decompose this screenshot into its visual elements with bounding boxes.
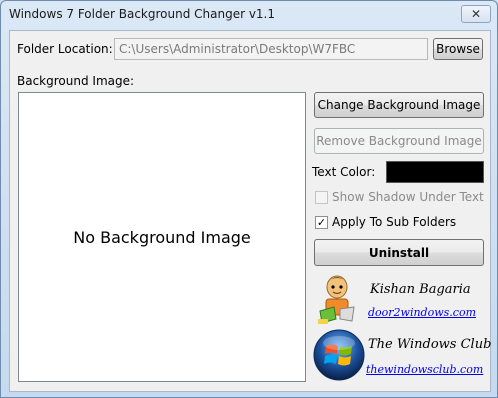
browse-button[interactable]: Browse	[433, 38, 483, 60]
show-shadow-checkbox[interactable]	[315, 191, 328, 204]
text-color-label: Text Color:	[312, 165, 376, 179]
close-icon: ✕	[470, 7, 482, 21]
windows-logo-icon	[313, 329, 365, 381]
club-name: The Windows Club	[368, 337, 492, 352]
checkmark-icon: ✓	[316, 216, 327, 229]
change-background-button[interactable]: Change Background Image	[314, 92, 484, 118]
close-button[interactable]: ✕	[461, 5, 491, 23]
folder-location-label: Folder Location:	[17, 42, 113, 56]
remove-background-button[interactable]: Remove Background Image	[314, 128, 484, 154]
background-image-label: Background Image:	[17, 74, 135, 88]
title-bar: Windows 7 Folder Background Changer v1.1…	[1, 1, 497, 29]
apply-subfolders-checkbox[interactable]: ✓	[315, 216, 328, 229]
client-area: Folder Location: C:\Users\Administrator\…	[9, 30, 491, 392]
app-window: Windows 7 Folder Background Changer v1.1…	[0, 0, 498, 398]
club-link[interactable]: thewindowsclub.com	[366, 363, 483, 376]
person-with-laptop-icon	[318, 275, 355, 324]
window-title: Windows 7 Folder Background Changer v1.1	[9, 7, 276, 21]
apply-subfolders-label: Apply To Sub Folders	[332, 215, 457, 229]
folder-location-input[interactable]: C:\Users\Administrator\Desktop\W7FBC	[114, 38, 428, 60]
show-shadow-label: Show Shadow Under Text	[332, 190, 484, 204]
no-background-text: No Background Image	[73, 227, 251, 247]
text-color-swatch[interactable]	[386, 161, 484, 183]
uninstall-button[interactable]: Uninstall	[314, 239, 484, 266]
author-link[interactable]: door2windows.com	[368, 306, 476, 319]
author-name: Kishan Bagaria	[370, 282, 471, 297]
background-preview: No Background Image	[18, 92, 306, 382]
